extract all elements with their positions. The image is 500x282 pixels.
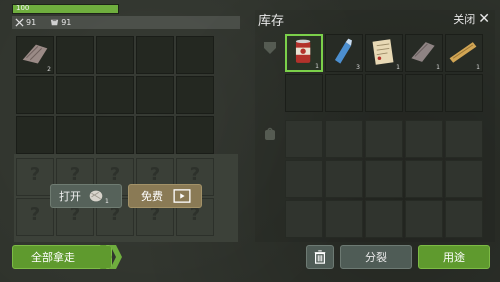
inventory-slot[interactable] xyxy=(16,76,54,114)
wood-plank-icon xyxy=(449,42,477,63)
storage-slot[interactable] xyxy=(365,200,403,238)
attack-stat: 91 xyxy=(15,18,36,27)
storage-slot[interactable] xyxy=(285,74,323,112)
storage-slot[interactable] xyxy=(445,200,483,238)
storage-grid-bottom xyxy=(285,120,483,238)
storage-slot[interactable] xyxy=(365,120,403,158)
inventory-slot[interactable] xyxy=(176,76,214,114)
slot-count: 2 xyxy=(47,66,51,73)
open-button[interactable]: 打开 1 xyxy=(50,184,122,208)
slot-count: 1 xyxy=(396,64,400,71)
close-label: 关闭 xyxy=(453,13,476,26)
storage-title: 库存 xyxy=(258,14,285,29)
chevron-right-icon xyxy=(110,245,122,269)
question-mark-icon: ? xyxy=(69,164,81,185)
storage-slot[interactable] xyxy=(325,160,363,198)
close-icon: ✕ xyxy=(478,10,490,27)
health-bar: 100 xyxy=(12,4,119,14)
storage-slot[interactable] xyxy=(445,120,483,158)
take-all-button[interactable]: 全部拿走 xyxy=(12,245,112,269)
crossed-swords-icon xyxy=(15,18,24,27)
slot-count: 1 xyxy=(476,64,480,71)
storage-grid-top: 1 3 1 1 1 xyxy=(285,34,483,112)
inventory-slot[interactable] xyxy=(136,36,174,74)
use-button[interactable]: 用途 xyxy=(418,245,490,269)
open-count: 1 xyxy=(105,197,109,205)
stats-row: 91 91 xyxy=(12,16,240,29)
storage-slot[interactable] xyxy=(405,160,443,198)
question-mark-icon: ? xyxy=(189,164,201,185)
storage-slot[interactable] xyxy=(405,200,443,238)
inventory-slot[interactable] xyxy=(176,116,214,154)
storage-slot[interactable] xyxy=(325,200,363,238)
locked-slot: ? xyxy=(16,198,54,236)
cloth-icon xyxy=(411,42,435,62)
storage-slot[interactable]: 1 xyxy=(445,34,483,72)
player-inventory: 2 ? ? ? ? ? ? ? ? ? ? xyxy=(12,32,240,242)
locked-slot: ? xyxy=(16,158,54,196)
free-button[interactable]: 免费 xyxy=(128,184,202,208)
storage-slot[interactable] xyxy=(285,160,323,198)
question-mark-icon: ? xyxy=(149,164,161,185)
armor-value: 91 xyxy=(61,18,72,27)
storage-slot[interactable]: 3 xyxy=(325,34,363,72)
inventory-slot[interactable] xyxy=(96,76,134,114)
inventory-slot[interactable] xyxy=(16,116,54,154)
storage-slot[interactable] xyxy=(405,120,443,158)
storage-slot[interactable] xyxy=(365,74,403,112)
inventory-slot[interactable] xyxy=(136,76,174,114)
split-button[interactable]: 分裂 xyxy=(340,245,412,269)
inventory-slot[interactable] xyxy=(96,116,134,154)
health-value: 100 xyxy=(16,4,30,12)
take-all-label: 全部拿走 xyxy=(31,251,75,264)
trash-icon xyxy=(314,250,326,264)
storage-slot[interactable] xyxy=(405,74,443,112)
inventory-slot[interactable] xyxy=(136,116,174,154)
question-mark-icon: ? xyxy=(29,204,41,225)
inventory-slot[interactable] xyxy=(56,116,94,154)
storage-slot[interactable] xyxy=(445,160,483,198)
backpack-icon xyxy=(265,127,275,140)
trash-button[interactable] xyxy=(306,245,334,269)
armor-stat: 91 xyxy=(50,18,71,27)
slot-count: 1 xyxy=(436,64,440,71)
attack-value: 91 xyxy=(26,18,37,27)
close-button[interactable]: 关闭 ✕ xyxy=(453,11,490,27)
water-bottle-icon xyxy=(334,38,352,64)
slot-count: 1 xyxy=(315,63,319,70)
storage-slot[interactable]: 1 xyxy=(405,34,443,72)
question-mark-icon: ? xyxy=(109,164,121,185)
inventory-slot[interactable] xyxy=(56,36,94,74)
storage-slot[interactable] xyxy=(325,120,363,158)
inventory-slot[interactable] xyxy=(96,36,134,74)
storage-slot[interactable] xyxy=(285,120,323,158)
inventory-grid: 2 xyxy=(16,36,214,154)
storage-slot[interactable] xyxy=(325,74,363,112)
shield-icon xyxy=(264,42,276,54)
storage-slot[interactable] xyxy=(285,200,323,238)
inventory-slot[interactable] xyxy=(176,36,214,74)
question-mark-icon: ? xyxy=(29,164,41,185)
paper-icon xyxy=(372,39,394,65)
free-label: 免费 xyxy=(141,190,163,203)
split-label: 分裂 xyxy=(365,251,387,264)
armor-icon xyxy=(51,19,59,26)
storage-slot[interactable]: 1 xyxy=(365,34,403,72)
storage-slot[interactable] xyxy=(445,74,483,112)
bandage-icon xyxy=(89,190,103,202)
storage-slot[interactable]: 1 xyxy=(285,34,323,72)
video-ad-icon xyxy=(173,189,191,203)
inventory-slot[interactable] xyxy=(56,76,94,114)
slot-count: 3 xyxy=(356,64,360,71)
storage-slot[interactable] xyxy=(365,160,403,198)
inventory-slot[interactable]: 2 xyxy=(16,36,54,74)
open-label: 打开 xyxy=(59,190,81,203)
use-label: 用途 xyxy=(443,251,465,264)
